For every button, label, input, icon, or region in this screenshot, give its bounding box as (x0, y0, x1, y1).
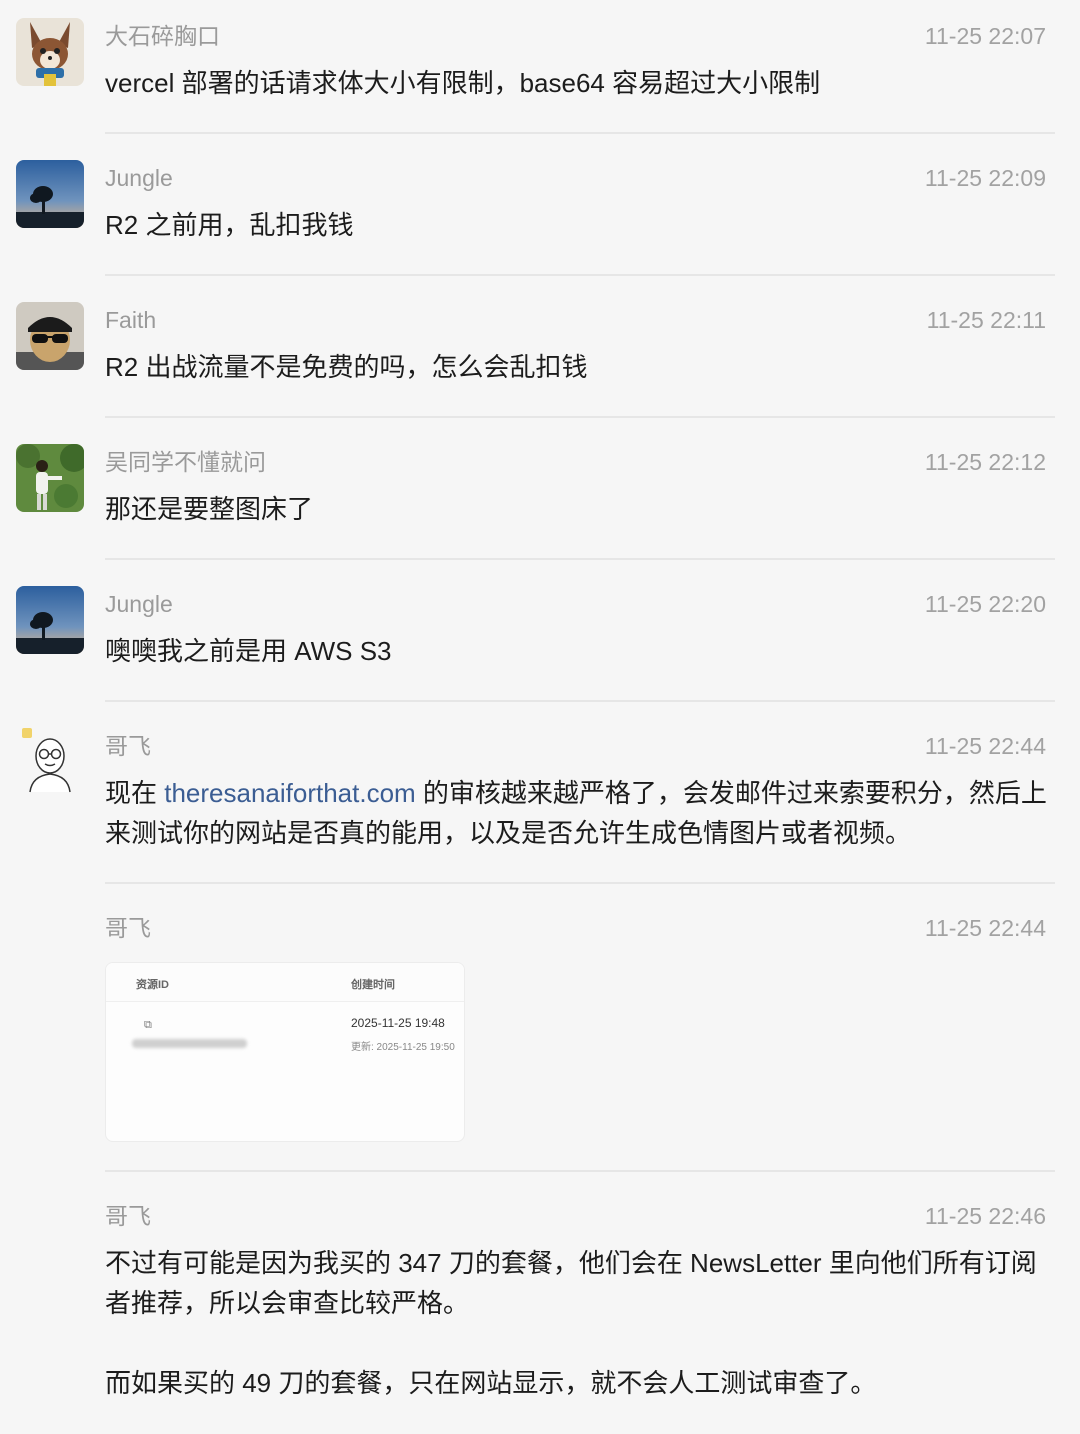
message-timestamp: 11-25 22:07 (924, 23, 1046, 49)
avatar[interactable] (16, 586, 84, 654)
copy-icon: ⧉ (144, 1019, 152, 1031)
message-text: 现在 theresanaiforthat.com 的审核越来越严格了，会发邮件过… (105, 773, 1055, 853)
person-outdoors-icon (16, 444, 84, 512)
message-timestamp: 11-25 22:11 (926, 307, 1046, 333)
glasses-man-sketch-icon (16, 726, 84, 794)
image-table-header: 资源ID 创建时间 (106, 963, 464, 1002)
sender-name[interactable]: Jungle (105, 164, 173, 192)
sender-name[interactable]: 大石碎胸口 (105, 22, 220, 50)
message-timestamp: 11-25 22:20 (924, 591, 1046, 617)
avatar[interactable] (16, 302, 84, 370)
avatar[interactable] (16, 160, 84, 228)
avatar[interactable] (16, 726, 84, 794)
sender-name[interactable]: Jungle (105, 590, 173, 618)
message-divider (105, 132, 1055, 134)
message-divider (105, 558, 1055, 560)
message-timestamp: 11-25 22:12 (924, 449, 1046, 475)
message-text-part: 现在 (105, 778, 165, 808)
blurred-resource-id (132, 1039, 247, 1048)
sunset-tree-icon (16, 586, 84, 654)
message-text: R2 之前用，乱扣我钱 (105, 210, 354, 240)
message-text: 不过有可能是因为我买的 347 刀的套餐，他们会在 NewsLetter 里向他… (105, 1248, 1037, 1398)
avatar[interactable] (16, 444, 84, 512)
resource-id-header: 资源ID (136, 979, 169, 991)
message-divider (105, 274, 1055, 276)
sunset-tree-icon (16, 160, 84, 228)
message-divider (105, 1170, 1055, 1172)
website-link[interactable]: theresanaiforthat.com (164, 778, 415, 808)
sender-name[interactable]: Faith (105, 306, 156, 334)
created-time-header: 创建时间 (351, 979, 395, 991)
image-attachment[interactable]: 资源ID 创建时间 ⧉ 2025-11-25 19:48 更新: 2025-11… (105, 962, 465, 1142)
avatar[interactable] (16, 18, 84, 86)
created-date: 2025-11-25 19:48 (351, 1016, 445, 1030)
chat-message-list: 大石碎胸口 11-25 22:07 vercel 部署的话请求体大小有限制，ba… (0, 0, 1080, 1434)
message-text: vercel 部署的话请求体大小有限制，base64 容易超过大小限制 (105, 68, 821, 98)
sender-name[interactable]: 哥飞 (105, 914, 151, 942)
updated-date: 更新: 2025-11-25 19:50 (351, 1042, 455, 1053)
sunglasses-face-icon (16, 302, 84, 370)
sender-name[interactable]: 吴同学不懂就问 (105, 448, 266, 476)
message-timestamp: 11-25 22:46 (924, 1203, 1046, 1229)
sender-name[interactable]: 哥飞 (105, 1202, 151, 1230)
message-divider (105, 416, 1055, 418)
message-timestamp: 11-25 22:44 (924, 733, 1046, 759)
sender-name[interactable]: 哥飞 (105, 732, 151, 760)
message-text: R2 出战流量不是免费的吗，怎么会乱扣钱 (105, 352, 588, 382)
message-timestamp: 11-25 22:09 (924, 165, 1046, 191)
message-divider (105, 882, 1055, 884)
fox-character-icon (16, 18, 84, 86)
message-text: 噢噢我之前是用 AWS S3 (105, 636, 392, 666)
message-text: 那还是要整图床了 (105, 494, 314, 524)
message-timestamp: 11-25 22:44 (924, 915, 1046, 941)
message-divider (105, 700, 1055, 702)
